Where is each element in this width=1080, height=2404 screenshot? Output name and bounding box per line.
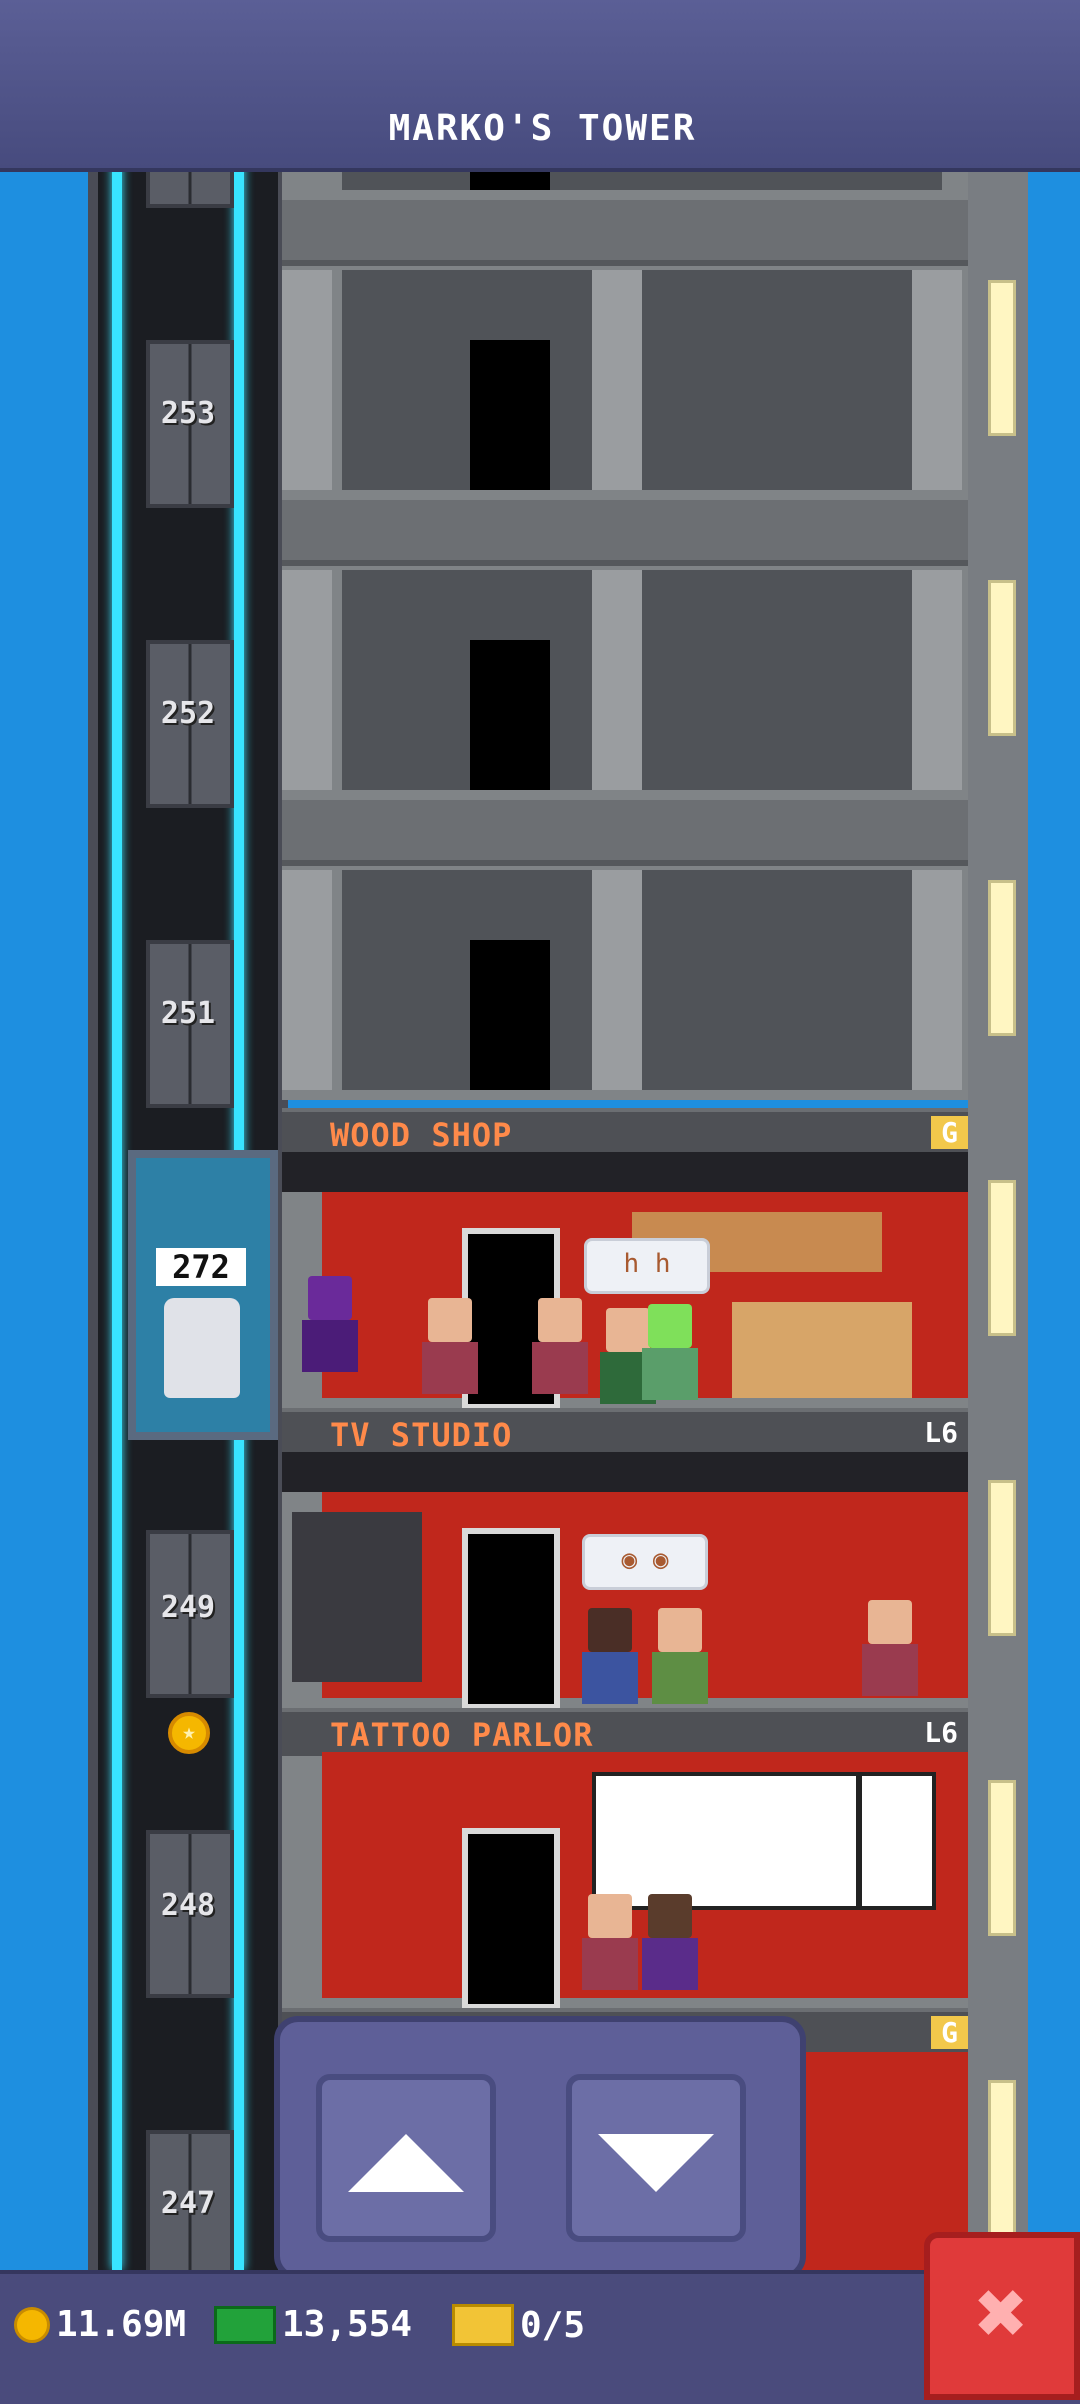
elevator-cable-right [234,0,244,2270]
bitizen[interactable] [422,1298,478,1394]
room-banner: WOOD SHOP G [282,1108,968,1156]
elevator-down-button[interactable] [566,2074,746,2242]
room-door [462,1528,560,1710]
window-light [988,2080,1016,2236]
speech-bubble[interactable]: ◉ ◉ [582,1534,708,1590]
window-light [988,880,1016,1036]
arrow-up-icon [348,2134,464,2192]
room-badge: L6 [924,1416,958,1449]
room-tattoo-parlor[interactable]: TATTOO PARLOR L6 [282,1708,968,2010]
shaft-floor-number: 249 [160,1590,216,1625]
room-wood-shop[interactable]: WOOD SHOP G h h [282,1108,968,1410]
wood-crate [732,1302,912,1398]
bitizen[interactable] [582,1894,638,1990]
elevator-up-button[interactable] [316,2074,496,2242]
elevator-operator-bot [164,1298,240,1398]
shaft-floor-number: 247 [160,2186,216,2221]
close-button[interactable]: ✖ [924,2232,1080,2400]
floor-pillar [592,570,642,790]
room-door [462,1828,560,2010]
shaft-floor-number: 251 [160,996,216,1031]
elevator-floor-display: 272 [156,1248,246,1286]
room-ceiling [282,1152,968,1192]
speech-bubble[interactable]: h h [584,1238,710,1294]
floor-pillar [282,270,332,490]
bitizen[interactable] [652,1608,708,1704]
room-badge: G [931,2016,968,2049]
floor-pillar [912,570,962,790]
arrow-down-icon [598,2134,714,2192]
bitizen[interactable] [532,1298,588,1394]
bitizen[interactable] [582,1608,638,1704]
bux-counter[interactable]: 13,554 [214,2304,412,2345]
empty-floor[interactable] [282,200,968,500]
elevator-cable-left [112,0,122,2270]
shaft-floor-number: 248 [160,1888,216,1923]
floor-pillar [282,570,332,790]
tattoo-flash-board [858,1772,936,1910]
camera-rig [292,1512,422,1682]
window-light [988,1180,1016,1336]
floor-slab [282,500,968,566]
shaft-floor-number: 252 [160,696,216,731]
bitizen[interactable] [642,1304,698,1400]
room-badge: L6 [924,1716,958,1749]
elevator-car[interactable]: 272 [128,1150,278,1440]
floor-back-wall [342,570,942,790]
floor-slab [282,800,968,866]
close-icon: ✖ [975,2261,1029,2364]
window-light [988,280,1016,436]
coin-icon [14,2306,50,2343]
coins-value: 11.69M [56,2304,187,2345]
room-tv-studio[interactable]: TV STUDIO L6 ◉ ◉ [282,1408,968,1710]
ticket-icon [452,2304,514,2346]
room-name: TV STUDIO [330,1416,513,1454]
floor-pillar [592,870,642,1090]
room-badge: G [931,1116,968,1149]
room-ceiling [282,1452,968,1492]
floor-doorway [470,940,550,1090]
shaft-floor-number: 253 [160,396,216,431]
floor-doorway [470,640,550,790]
floor-pillar [592,270,642,490]
elevator-shaft[interactable]: 254 253 252 251 272 249 ★ 248 247 [88,0,288,2298]
bux-value: 13,554 [282,2304,413,2345]
room-banner: TV STUDIO L6 [282,1408,968,1456]
window-light [988,580,1016,736]
floor-pillar [912,870,962,1090]
tattoo-flash-wall [592,1772,860,1910]
floor-back-wall [342,270,942,490]
coins-counter[interactable]: 11.69M [14,2304,186,2345]
floor-pillar [282,870,332,1090]
empty-floor[interactable] [282,800,968,1100]
floor-doorway [470,340,550,490]
room-banner: TATTOO PARLOR L6 [282,1708,968,1756]
tickets-counter[interactable]: 0/5 [452,2304,585,2346]
tickets-value: 0/5 [520,2304,586,2346]
floor-pillar [912,270,962,490]
tower-title: MARKO'S TOWER [388,108,697,149]
bitizen[interactable] [642,1894,698,1990]
tower-right-wall [968,0,1028,2270]
window-light [988,1780,1016,1936]
bitizen[interactable] [862,1600,918,1696]
floor-back-wall [342,870,942,1090]
bux-icon [214,2305,276,2344]
floor-slab [282,200,968,266]
elevator-nav-panel [274,2016,806,2280]
room-name: WOOD SHOP [330,1116,513,1154]
empty-floor[interactable] [282,500,968,800]
room-name: TATTOO PARLOR [330,1716,594,1754]
window-light [988,1480,1016,1636]
status-bar: 11.69M 13,554 0/5 [0,2270,1080,2404]
star-coin-icon[interactable]: ★ [168,1712,210,1754]
top-header: MARKO'S TOWER [0,0,1080,172]
bitizen[interactable] [302,1276,358,1372]
